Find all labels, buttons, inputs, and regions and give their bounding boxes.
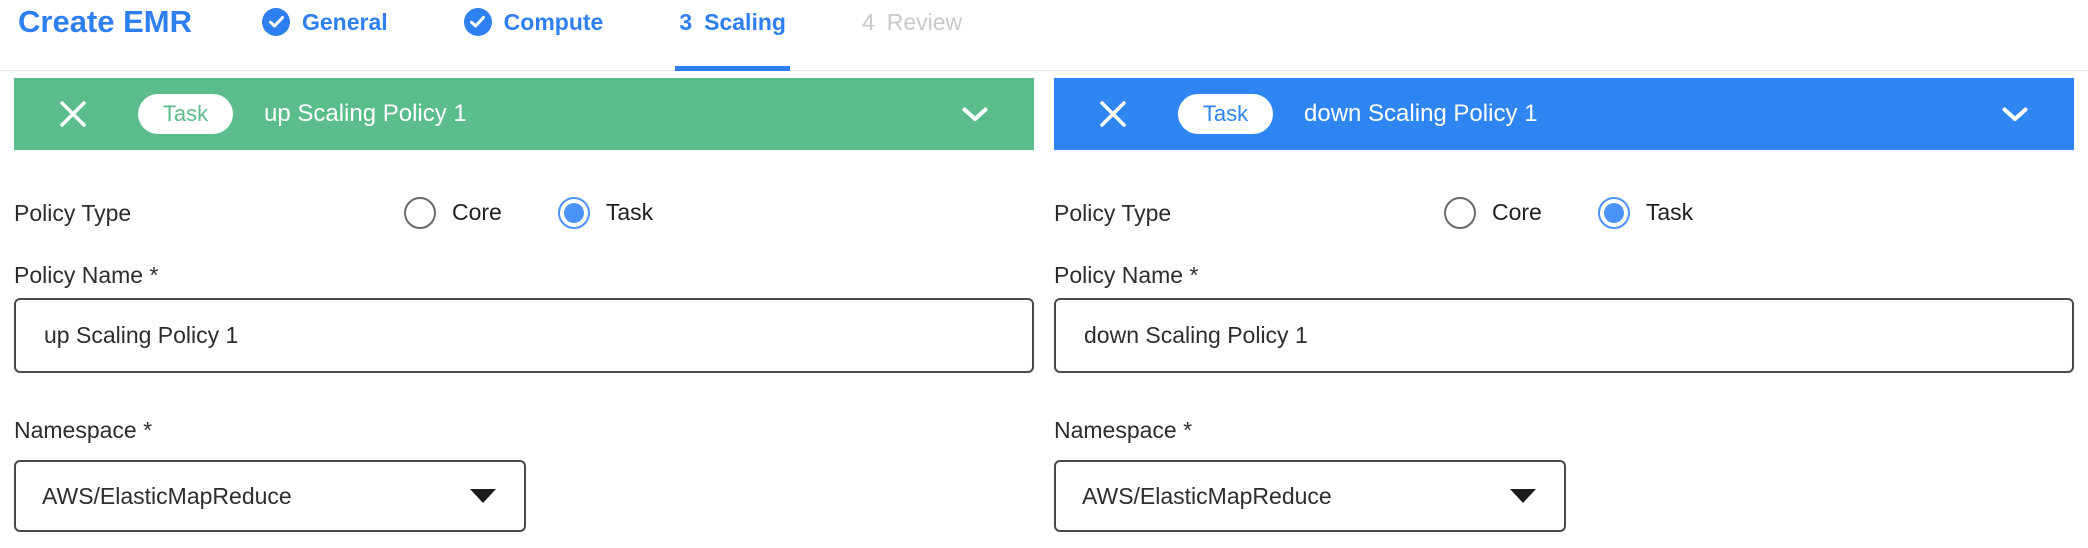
policy-name-label: Policy Name * (1054, 262, 2074, 288)
namespace-select[interactable]: AWS/ElasticMapReduce (14, 460, 526, 532)
radio-core[interactable] (404, 197, 436, 229)
namespace-selected-value: AWS/ElasticMapReduce (42, 483, 292, 510)
step-scaling[interactable]: 3 Scaling (679, 0, 786, 44)
namespace-select[interactable]: AWS/ElasticMapReduce (1054, 460, 1566, 532)
page-title: Create EMR (18, 4, 192, 40)
radio-task[interactable] (558, 197, 590, 229)
chevron-down-icon[interactable] (962, 107, 988, 122)
panel-body: Policy Type Core Task Policy Name * (14, 196, 1034, 532)
check-icon (262, 8, 290, 36)
radio-label: Task (606, 199, 653, 226)
panel-title: up Scaling Policy 1 (264, 100, 962, 128)
dropdown-arrow-icon (1510, 489, 1536, 503)
namespace-label: Namespace * (14, 417, 1034, 443)
radio-core[interactable] (1444, 197, 1476, 229)
scaling-policies: Task up Scaling Policy 1 Policy Type Cor… (0, 71, 2088, 532)
check-icon (464, 8, 492, 36)
policy-name-input[interactable] (1054, 298, 2074, 373)
step-general[interactable]: General (262, 0, 388, 44)
namespace-label: Namespace * (1054, 417, 2074, 443)
step-label: Scaling (704, 9, 786, 36)
namespace-field: Namespace * AWS/ElasticMapReduce (1054, 417, 2074, 532)
panel-header-bar: Task up Scaling Policy 1 (14, 78, 1034, 150)
policy-type-badge: Task (138, 94, 233, 134)
step-compute[interactable]: Compute (464, 0, 604, 44)
step-label: General (302, 9, 388, 36)
policy-name-field: Policy Name * (14, 262, 1034, 373)
step-label: Review (887, 9, 962, 36)
radio-label: Core (452, 199, 502, 226)
create-emr-wizard: Create EMR General Compute 3 Scaling 4 R… (0, 0, 2088, 532)
policy-type-radio-group: Core Task (404, 196, 653, 229)
panel-title: down Scaling Policy 1 (1304, 100, 2002, 128)
dropdown-arrow-icon (470, 489, 496, 503)
policy-name-input[interactable] (14, 298, 1034, 373)
radio-label: Core (1492, 199, 1542, 226)
step-number: 4 (862, 9, 875, 36)
step-label: Compute (504, 9, 604, 36)
radio-option-core[interactable]: Core (404, 197, 502, 229)
chevron-down-icon[interactable] (2002, 107, 2028, 122)
policy-type-label: Policy Type (1054, 200, 1171, 226)
scale-up-policy-panel: Task up Scaling Policy 1 Policy Type Cor… (14, 78, 1034, 532)
step-number: 3 (679, 9, 692, 36)
wizard-stepper: Create EMR General Compute 3 Scaling 4 R… (0, 0, 2088, 44)
policy-type-radio-group: Core Task (1444, 196, 1693, 229)
radio-option-core[interactable]: Core (1444, 197, 1542, 229)
policy-type-row: Policy Type Core Task (14, 196, 1034, 229)
panel-body: Policy Type Core Task Policy Name * (1054, 196, 2074, 532)
policy-type-badge: Task (1178, 94, 1273, 134)
radio-option-task[interactable]: Task (558, 197, 653, 229)
policy-name-label: Policy Name * (14, 262, 1034, 288)
policy-name-field: Policy Name * (1054, 262, 2074, 373)
close-icon[interactable] (59, 100, 87, 128)
scale-down-policy-panel: Task down Scaling Policy 1 Policy Type C… (1054, 78, 2074, 532)
policy-type-label: Policy Type (14, 200, 131, 226)
namespace-selected-value: AWS/ElasticMapReduce (1082, 483, 1332, 510)
policy-type-row: Policy Type Core Task (1054, 196, 2074, 229)
radio-task[interactable] (1598, 197, 1630, 229)
panel-header-bar: Task down Scaling Policy 1 (1054, 78, 2074, 150)
wizard-header: Create EMR General Compute 3 Scaling 4 R… (0, 0, 2088, 71)
radio-option-task[interactable]: Task (1598, 197, 1693, 229)
namespace-field: Namespace * AWS/ElasticMapReduce (14, 417, 1034, 532)
step-review[interactable]: 4 Review (862, 0, 962, 44)
close-icon[interactable] (1099, 100, 1127, 128)
radio-label: Task (1646, 199, 1693, 226)
